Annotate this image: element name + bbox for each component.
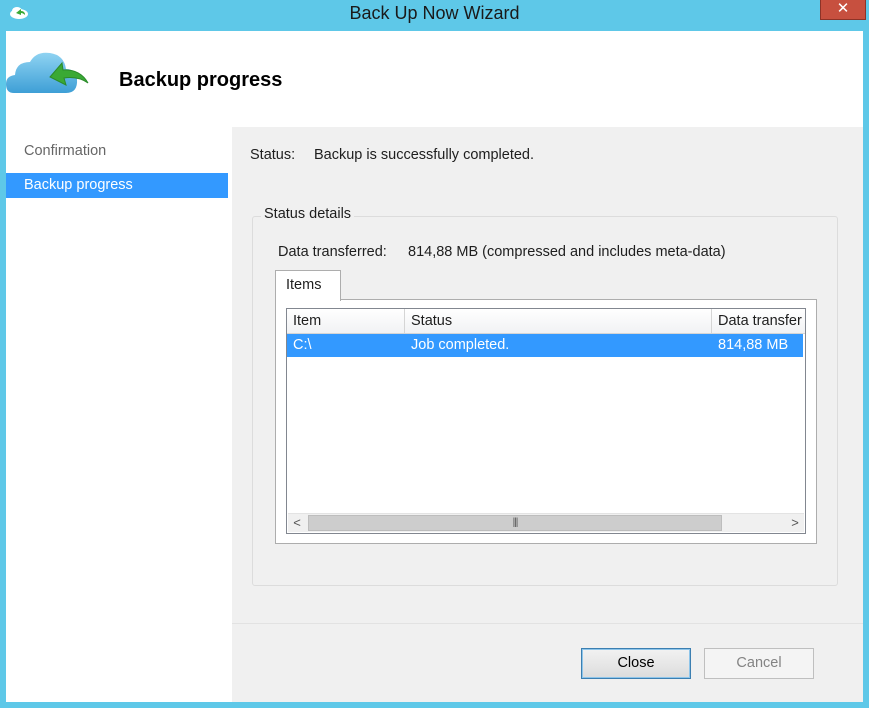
cloud-backup-icon <box>6 52 89 93</box>
cell-status: Job completed. <box>411 337 510 353</box>
nav-item-backup-progress[interactable]: Backup progress <box>6 173 228 198</box>
horizontal-scrollbar[interactable]: < ||| > <box>288 513 804 532</box>
column-header-data-transferred[interactable]: Data transfer <box>712 309 805 333</box>
wizard-header: Backup progress <box>6 31 863 127</box>
status-label: Status: <box>250 147 296 163</box>
page-title: Backup progress <box>119 69 283 91</box>
tab-items[interactable]: Items <box>275 270 341 301</box>
items-tab-panel: Item Status Data transfer C:\ Job comple… <box>275 299 817 544</box>
data-transferred-label: Data transferred: <box>278 244 387 260</box>
scroll-thumb[interactable]: ||| <box>308 515 722 531</box>
cell-item: C:\ <box>293 337 312 353</box>
items-list[interactable]: Item Status Data transfer C:\ Job comple… <box>286 308 806 534</box>
wizard-window: Back Up Now Wizard ✕ Backup progress Con… <box>0 0 869 708</box>
scroll-left-icon[interactable]: < <box>288 514 306 532</box>
wizard-content: Status: Backup is successfully completed… <box>232 127 863 623</box>
scroll-right-icon[interactable]: > <box>786 514 804 532</box>
column-header-status[interactable]: Status <box>405 309 712 333</box>
title-bar[interactable]: Back Up Now Wizard ✕ <box>0 0 869 30</box>
scroll-grip-icon: ||| <box>512 517 519 528</box>
status-details-group: Status details Data transferred: 814,88 … <box>252 206 838 586</box>
wizard-nav: Confirmation Backup progress <box>6 127 230 702</box>
window-close-button[interactable]: ✕ <box>820 0 866 20</box>
wizard-footer: Close Cancel <box>232 623 863 702</box>
cell-data: 814,88 MB <box>718 337 789 353</box>
column-header-item[interactable]: Item <box>287 309 405 333</box>
table-row[interactable]: C:\ Job completed. 814,88 MB <box>287 334 803 357</box>
status-details-title: Status details <box>261 206 355 222</box>
window-title: Back Up Now Wizard <box>349 3 520 23</box>
cancel-button[interactable]: Cancel <box>704 648 814 679</box>
data-transferred-value: 814,88 MB (compressed and includes meta-… <box>408 244 726 260</box>
status-value: Backup is successfully completed. <box>314 147 535 163</box>
list-header: Item Status Data transfer <box>287 309 805 334</box>
wizard-client-area: Backup progress Confirmation Backup prog… <box>6 31 863 702</box>
close-button[interactable]: Close <box>581 648 691 679</box>
nav-item-confirmation[interactable]: Confirmation <box>6 139 228 164</box>
